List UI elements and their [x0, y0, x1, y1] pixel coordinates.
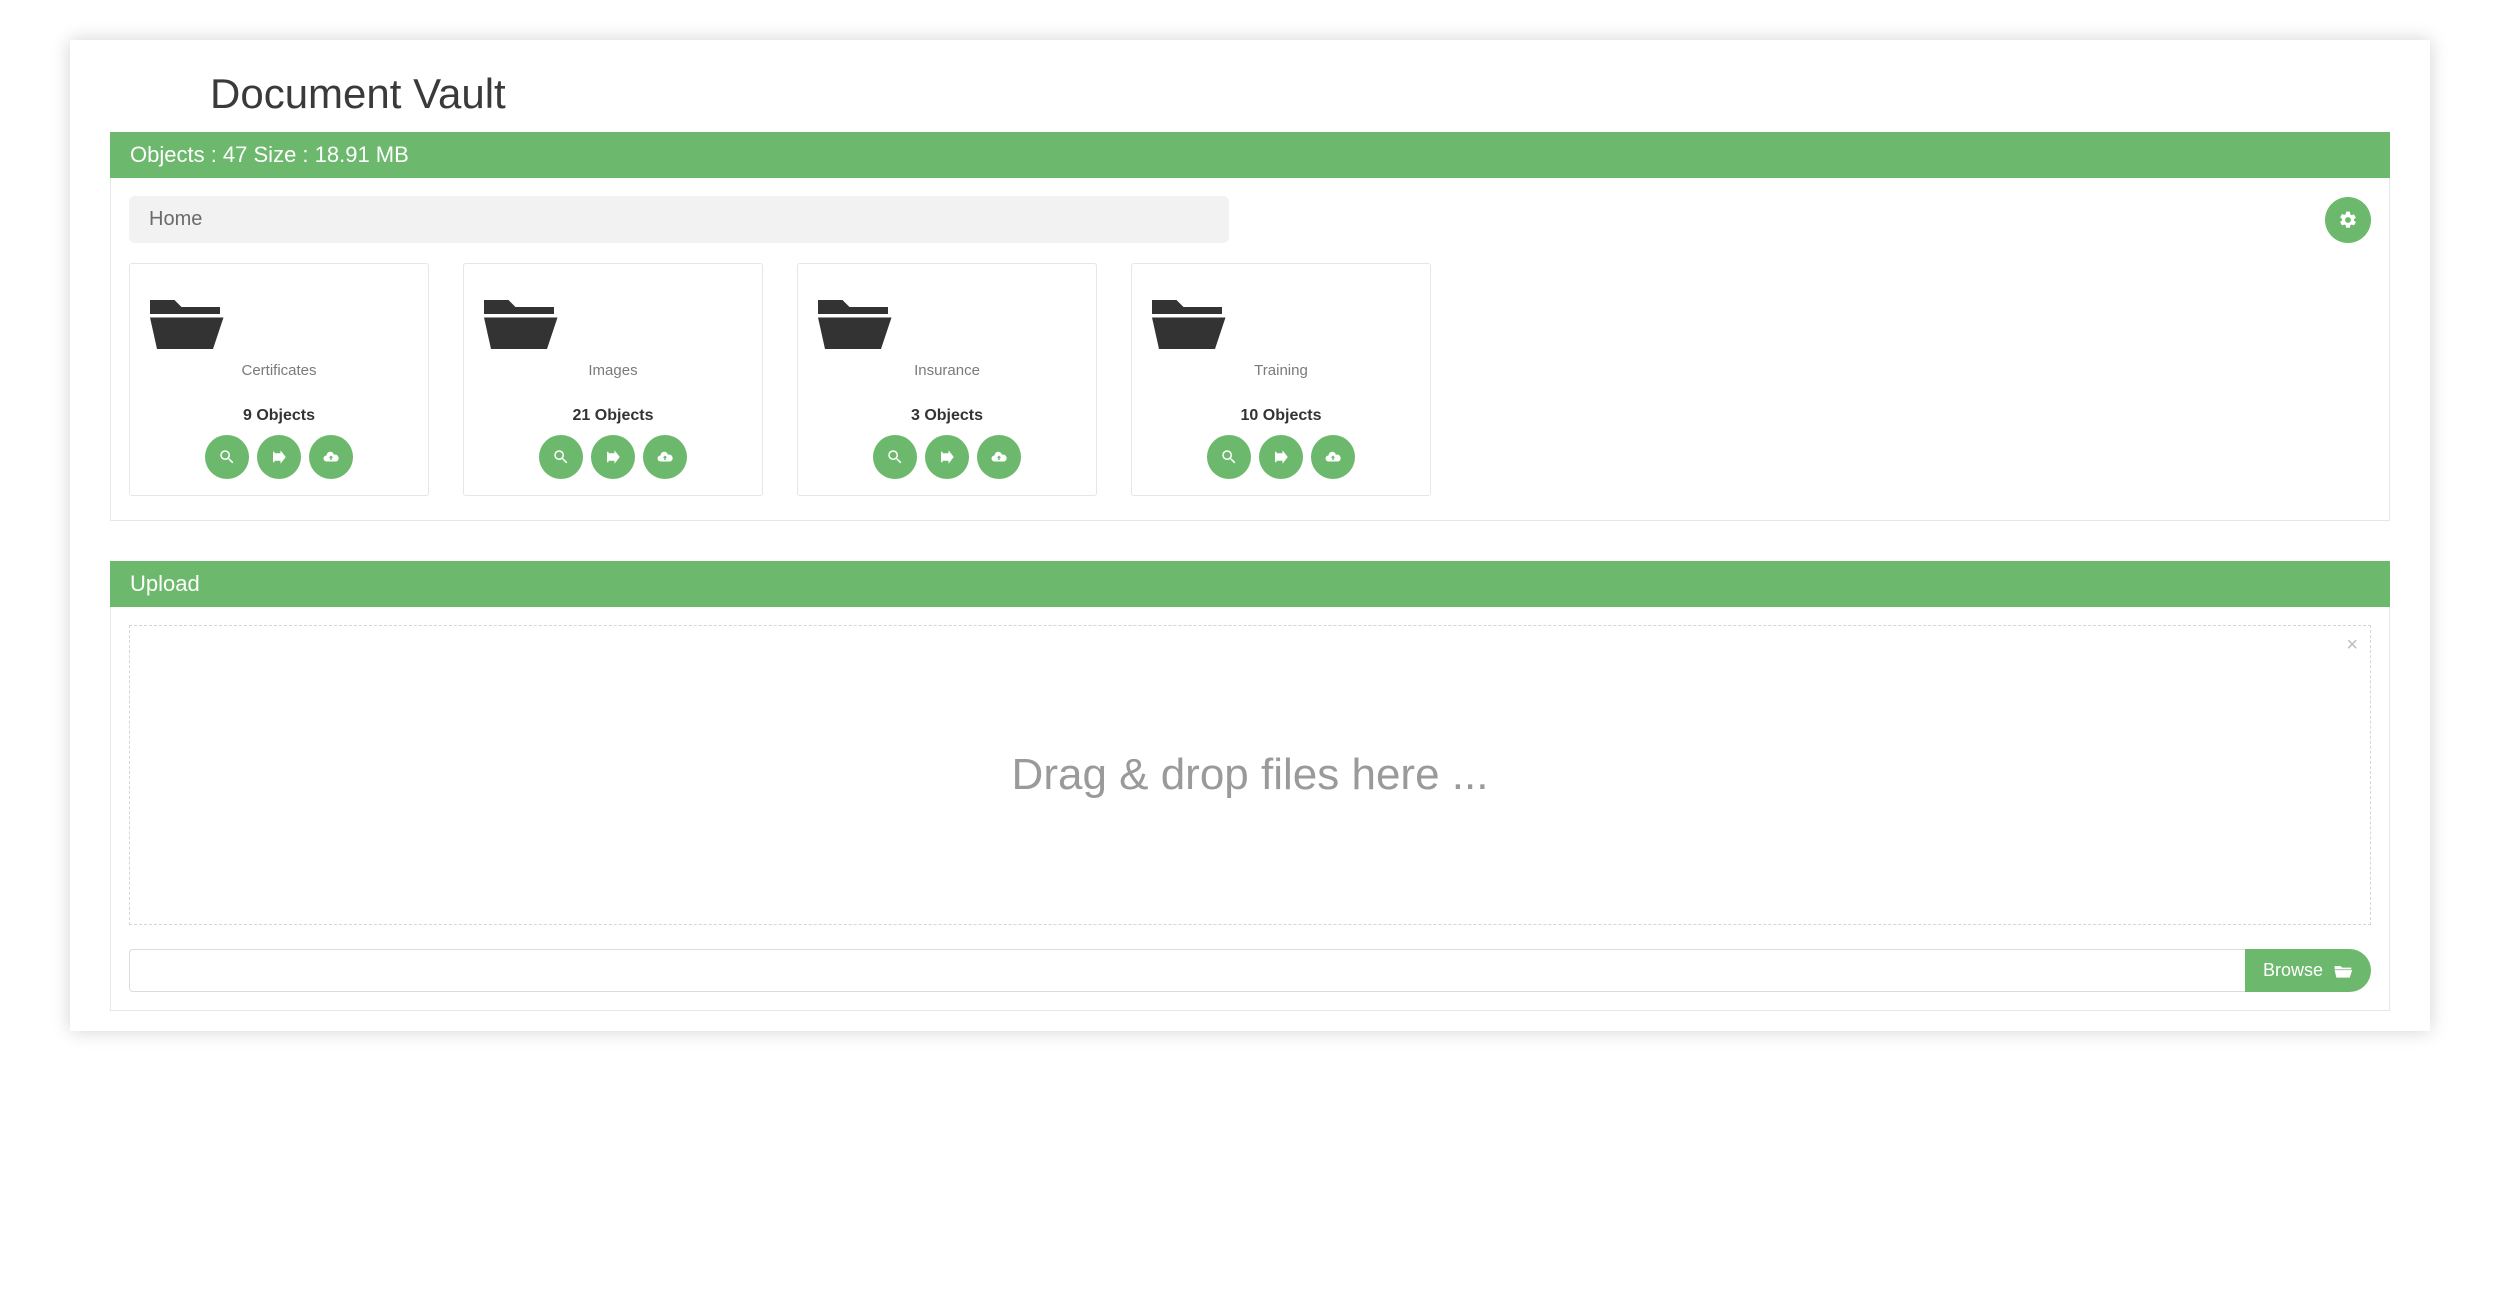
folder-card-training[interactable]: Training 10 Objects	[1131, 263, 1431, 496]
folder-count: 9 Objects	[140, 407, 418, 425]
dropzone-close-button[interactable]: ×	[2346, 634, 2358, 657]
upload-section: × Drag & drop files here ... Browse	[110, 607, 2390, 1011]
folder-grid: Certificates 9 Objects	[129, 263, 2371, 496]
search-icon	[218, 448, 236, 466]
upload-dropzone[interactable]: × Drag & drop files here ...	[129, 625, 2371, 925]
folder-open-icon	[808, 286, 1086, 356]
browse-button[interactable]: Browse	[2245, 949, 2371, 992]
folder-open-icon	[474, 286, 752, 356]
document-vault-panel: Document Vault Objects : 47 Size : 18.91…	[70, 40, 2430, 1031]
folder-open-icon	[2333, 962, 2353, 980]
breadcrumb[interactable]: Home	[129, 196, 1229, 243]
cloud-upload-icon	[322, 448, 340, 466]
folder-actions	[808, 435, 1086, 479]
folder-actions	[140, 435, 418, 479]
upload-header-text: Upload	[130, 571, 200, 596]
folder-count: 10 Objects	[1142, 407, 1420, 425]
share-icon	[604, 448, 622, 466]
folder-share-button[interactable]	[591, 435, 635, 479]
folder-share-button[interactable]	[925, 435, 969, 479]
upload-header-bar: Upload	[110, 561, 2390, 607]
folder-share-button[interactable]	[1259, 435, 1303, 479]
cloud-upload-icon	[656, 448, 674, 466]
folder-upload-button[interactable]	[309, 435, 353, 479]
dropzone-text: Drag & drop files here ...	[1012, 750, 1489, 800]
folder-name: Insurance	[808, 362, 1086, 379]
share-icon	[1272, 448, 1290, 466]
folder-name: Certificates	[140, 362, 418, 379]
folder-card-images[interactable]: Images 21 Objects	[463, 263, 763, 496]
share-icon	[938, 448, 956, 466]
search-icon	[1220, 448, 1238, 466]
folder-open-icon	[140, 286, 418, 356]
folder-view-button[interactable]	[539, 435, 583, 479]
folder-actions	[474, 435, 752, 479]
browse-button-label: Browse	[2263, 960, 2323, 981]
folder-view-button[interactable]	[205, 435, 249, 479]
objects-status-bar: Objects : 47 Size : 18.91 MB	[110, 132, 2390, 178]
folder-open-icon	[1142, 286, 1420, 356]
folder-upload-button[interactable]	[1311, 435, 1355, 479]
cloud-upload-icon	[1324, 448, 1342, 466]
search-icon	[886, 448, 904, 466]
browse-row: Browse	[129, 949, 2371, 992]
folder-name: Images	[474, 362, 752, 379]
folder-view-button[interactable]	[1207, 435, 1251, 479]
folder-count: 21 Objects	[474, 407, 752, 425]
breadcrumb-row: Home	[129, 196, 2371, 243]
page-title: Document Vault	[210, 70, 2390, 118]
folder-share-button[interactable]	[257, 435, 301, 479]
breadcrumb-home[interactable]: Home	[149, 208, 202, 230]
folder-upload-button[interactable]	[977, 435, 1021, 479]
folder-actions	[1142, 435, 1420, 479]
folder-view-button[interactable]	[873, 435, 917, 479]
folder-upload-button[interactable]	[643, 435, 687, 479]
close-icon: ×	[2346, 634, 2358, 656]
folder-count: 3 Objects	[808, 407, 1086, 425]
gear-plus-icon	[2338, 210, 2358, 230]
file-path-input[interactable]	[129, 949, 2245, 992]
folder-card-insurance[interactable]: Insurance 3 Objects	[797, 263, 1097, 496]
folder-name: Training	[1142, 362, 1420, 379]
objects-status-text: Objects : 47 Size : 18.91 MB	[130, 142, 409, 167]
folder-card-certificates[interactable]: Certificates 9 Objects	[129, 263, 429, 496]
folder-section: Home Certificates 9 Objects	[110, 178, 2390, 521]
search-icon	[552, 448, 570, 466]
cloud-upload-icon	[990, 448, 1008, 466]
share-icon	[270, 448, 288, 466]
add-button[interactable]	[2325, 197, 2371, 243]
